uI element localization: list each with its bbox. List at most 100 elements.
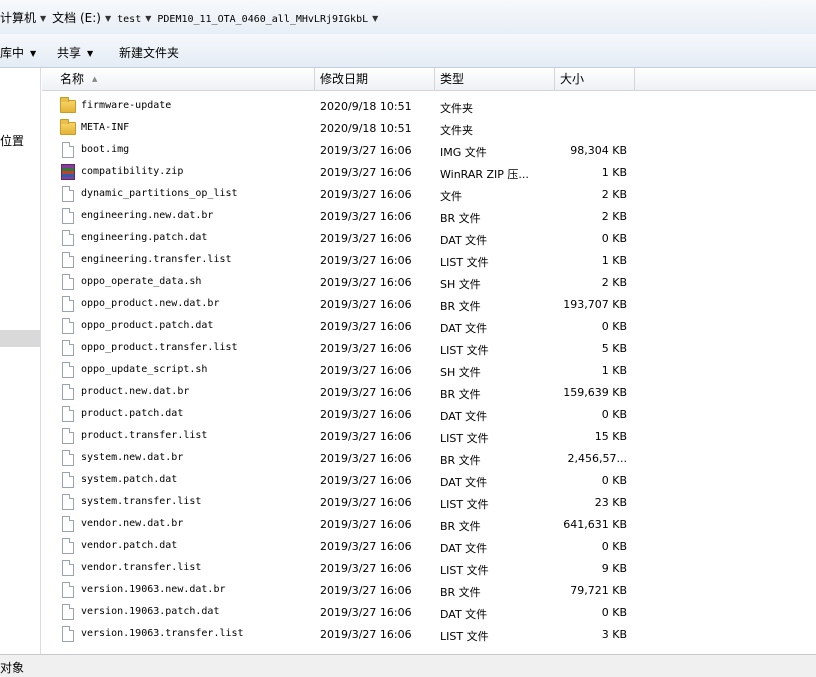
file-name: system.new.dat.br bbox=[81, 452, 184, 463]
file-row[interactable]: boot.img 2019/3/27 16:06 IMG 文件 98,304 KB bbox=[42, 140, 816, 162]
file-row[interactable]: vendor.new.dat.br 2019/3/27 16:06 BR 文件 641… bbox=[42, 514, 816, 536]
file-list[interactable]: firmware-update 2020/9/18 10:51 文件夹 META-IN… bbox=[42, 96, 816, 654]
chevron-down-icon: ▼ bbox=[30, 49, 37, 58]
file-row[interactable]: engineering.patch.dat 2019/3/27 16:06 DAT … bbox=[42, 228, 816, 250]
new-folder-label: 新建文件夹 bbox=[119, 46, 180, 60]
file-date: 2019/3/27 16:06 bbox=[320, 430, 412, 443]
breadcrumb-chevron-icon[interactable]: ▼ bbox=[105, 14, 111, 23]
file-name: product.transfer.list bbox=[81, 430, 208, 441]
breadcrumb-segment[interactable]: 计算机 bbox=[0, 9, 36, 26]
file-size: 0 KB bbox=[601, 540, 627, 553]
breadcrumb-chevron-icon[interactable]: ▼ bbox=[40, 14, 46, 23]
sort-ascending-icon: ▲ bbox=[92, 75, 98, 83]
file-icon bbox=[60, 428, 76, 445]
column-type-label: 类型 bbox=[440, 72, 465, 86]
file-icon bbox=[60, 494, 76, 511]
navigation-pane[interactable]: 位置 bbox=[0, 68, 41, 654]
file-icon bbox=[60, 604, 76, 621]
file-type: DAT 文件 bbox=[440, 410, 488, 423]
file-name: compatibility.zip bbox=[81, 166, 184, 177]
file-type: LIST 文件 bbox=[440, 630, 489, 643]
column-header-type[interactable]: 类型 bbox=[435, 68, 555, 90]
share-label: 共享 bbox=[57, 46, 82, 60]
file-date: 2019/3/27 16:06 bbox=[320, 584, 412, 597]
file-date: 2019/3/27 16:06 bbox=[320, 254, 412, 267]
address-bar[interactable]: 计算机 ▼ 文档 (E:) ▼ test ▼ PDEM10_11_OTA_0460_all_… bbox=[0, 0, 816, 35]
file-name: version.19063.new.dat.br bbox=[81, 584, 226, 595]
file-type: LIST 文件 bbox=[440, 498, 489, 511]
file-row[interactable]: dynamic_partitions_op_list 2019/3/27 16:0… bbox=[42, 184, 816, 206]
file-type: IMG 文件 bbox=[440, 146, 487, 159]
breadcrumb-segment[interactable]: 文档 (E:) bbox=[52, 9, 101, 26]
file-date: 2020/9/18 10:51 bbox=[320, 122, 412, 135]
file-size: 1 KB bbox=[601, 364, 627, 377]
breadcrumb-chevron-icon[interactable]: ▼ bbox=[372, 14, 378, 23]
file-date: 2019/3/27 16:06 bbox=[320, 628, 412, 641]
file-row[interactable]: vendor.patch.dat 2019/3/27 16:06 DAT 文件 0 K… bbox=[42, 536, 816, 558]
file-row[interactable]: compatibility.zip 2019/3/27 16:06 WinRAR Z… bbox=[42, 162, 816, 184]
file-row[interactable]: oppo_product.new.dat.br 2019/3/27 16:06 BR… bbox=[42, 294, 816, 316]
column-header-date[interactable]: 修改日期 bbox=[315, 68, 435, 90]
file-name: vendor.patch.dat bbox=[81, 540, 178, 551]
file-row[interactable]: firmware-update 2020/9/18 10:51 文件夹 bbox=[42, 96, 816, 118]
file-size: 0 KB bbox=[601, 606, 627, 619]
nav-item-locations[interactable]: 位置 bbox=[0, 132, 24, 149]
file-row[interactable]: engineering.transfer.list 2019/3/27 16:06… bbox=[42, 250, 816, 272]
chevron-down-icon: ▼ bbox=[87, 49, 94, 58]
file-row[interactable]: product.patch.dat 2019/3/27 16:06 DAT 文件 0 … bbox=[42, 404, 816, 426]
file-row[interactable]: oppo_product.patch.dat 2019/3/27 16:06 DAT… bbox=[42, 316, 816, 338]
file-row[interactable]: version.19063.patch.dat 2019/3/27 16:06 DA… bbox=[42, 602, 816, 624]
file-type: 文件夹 bbox=[440, 124, 473, 137]
column-header-size[interactable]: 大小 bbox=[555, 68, 635, 90]
file-icon bbox=[60, 230, 76, 247]
file-name: oppo_update_script.sh bbox=[81, 364, 208, 375]
file-icon bbox=[60, 384, 76, 401]
file-size: 2 KB bbox=[601, 210, 627, 223]
nav-item-selected[interactable] bbox=[0, 330, 40, 347]
file-size: 0 KB bbox=[601, 320, 627, 333]
file-date: 2019/3/27 16:06 bbox=[320, 562, 412, 575]
column-header-name[interactable]: 名称 ▲ bbox=[42, 68, 315, 90]
file-size: 0 KB bbox=[601, 474, 627, 487]
file-type: BR 文件 bbox=[440, 300, 481, 313]
file-row[interactable]: system.transfer.list 2019/3/27 16:06 LIST … bbox=[42, 492, 816, 514]
file-date: 2019/3/27 16:06 bbox=[320, 496, 412, 509]
file-date: 2019/3/27 16:06 bbox=[320, 408, 412, 421]
file-row[interactable]: oppo_operate_data.sh 2019/3/27 16:06 SH 文件… bbox=[42, 272, 816, 294]
file-name: engineering.new.dat.br bbox=[81, 210, 214, 221]
file-row[interactable]: system.new.dat.br 2019/3/27 16:06 BR 文件 2,4… bbox=[42, 448, 816, 470]
file-type: BR 文件 bbox=[440, 520, 481, 533]
file-icon bbox=[60, 450, 76, 467]
file-row[interactable]: version.19063.new.dat.br 2019/3/27 16:06 B… bbox=[42, 580, 816, 602]
file-size: 2 KB bbox=[601, 276, 627, 289]
breadcrumb[interactable]: 计算机 ▼ 文档 (E:) ▼ test ▼ PDEM10_11_OTA_0460_all_… bbox=[0, 9, 384, 26]
file-name: product.new.dat.br bbox=[81, 386, 190, 397]
file-row[interactable]: oppo_update_script.sh 2019/3/27 16:06 SH 文… bbox=[42, 360, 816, 382]
file-row[interactable]: system.patch.dat 2019/3/27 16:06 DAT 文件 0 K… bbox=[42, 470, 816, 492]
file-row[interactable]: vendor.transfer.list 2019/3/27 16:06 LIST … bbox=[42, 558, 816, 580]
file-row[interactable]: version.19063.transfer.list 2019/3/27 16:… bbox=[42, 624, 816, 646]
file-name: vendor.new.dat.br bbox=[81, 518, 184, 529]
file-row[interactable]: product.transfer.list 2019/3/27 16:06 LIST… bbox=[42, 426, 816, 448]
new-folder-button[interactable]: 新建文件夹 bbox=[119, 44, 179, 61]
file-size: 9 KB bbox=[601, 562, 627, 575]
file-row[interactable]: product.new.dat.br 2019/3/27 16:06 BR 文件 15… bbox=[42, 382, 816, 404]
share-button[interactable]: 共享 ▼ bbox=[57, 44, 93, 61]
breadcrumb-segment[interactable]: test bbox=[117, 14, 141, 25]
file-date: 2020/9/18 10:51 bbox=[320, 100, 412, 113]
file-date: 2019/3/27 16:06 bbox=[320, 540, 412, 553]
file-type: DAT 文件 bbox=[440, 542, 488, 555]
status-bar: 对象 bbox=[0, 654, 816, 677]
breadcrumb-segment[interactable]: PDEM10_11_OTA_0460_all_MHvLRj9IGkbL bbox=[157, 14, 368, 25]
file-row[interactable]: oppo_product.transfer.list 2019/3/27 16:0… bbox=[42, 338, 816, 360]
file-size: 2 KB bbox=[601, 188, 627, 201]
breadcrumb-chevron-icon[interactable]: ▼ bbox=[145, 14, 151, 23]
file-type: DAT 文件 bbox=[440, 476, 488, 489]
file-row[interactable]: engineering.new.dat.br 2019/3/27 16:06 BR … bbox=[42, 206, 816, 228]
file-size: 3 KB bbox=[601, 628, 627, 641]
file-row[interactable]: META-INF 2020/9/18 10:51 文件夹 bbox=[42, 118, 816, 140]
file-size: 193,707 KB bbox=[563, 298, 627, 311]
file-date: 2019/3/27 16:06 bbox=[320, 276, 412, 289]
file-size: 0 KB bbox=[601, 408, 627, 421]
include-in-library-button[interactable]: 库中 ▼ bbox=[0, 44, 36, 61]
